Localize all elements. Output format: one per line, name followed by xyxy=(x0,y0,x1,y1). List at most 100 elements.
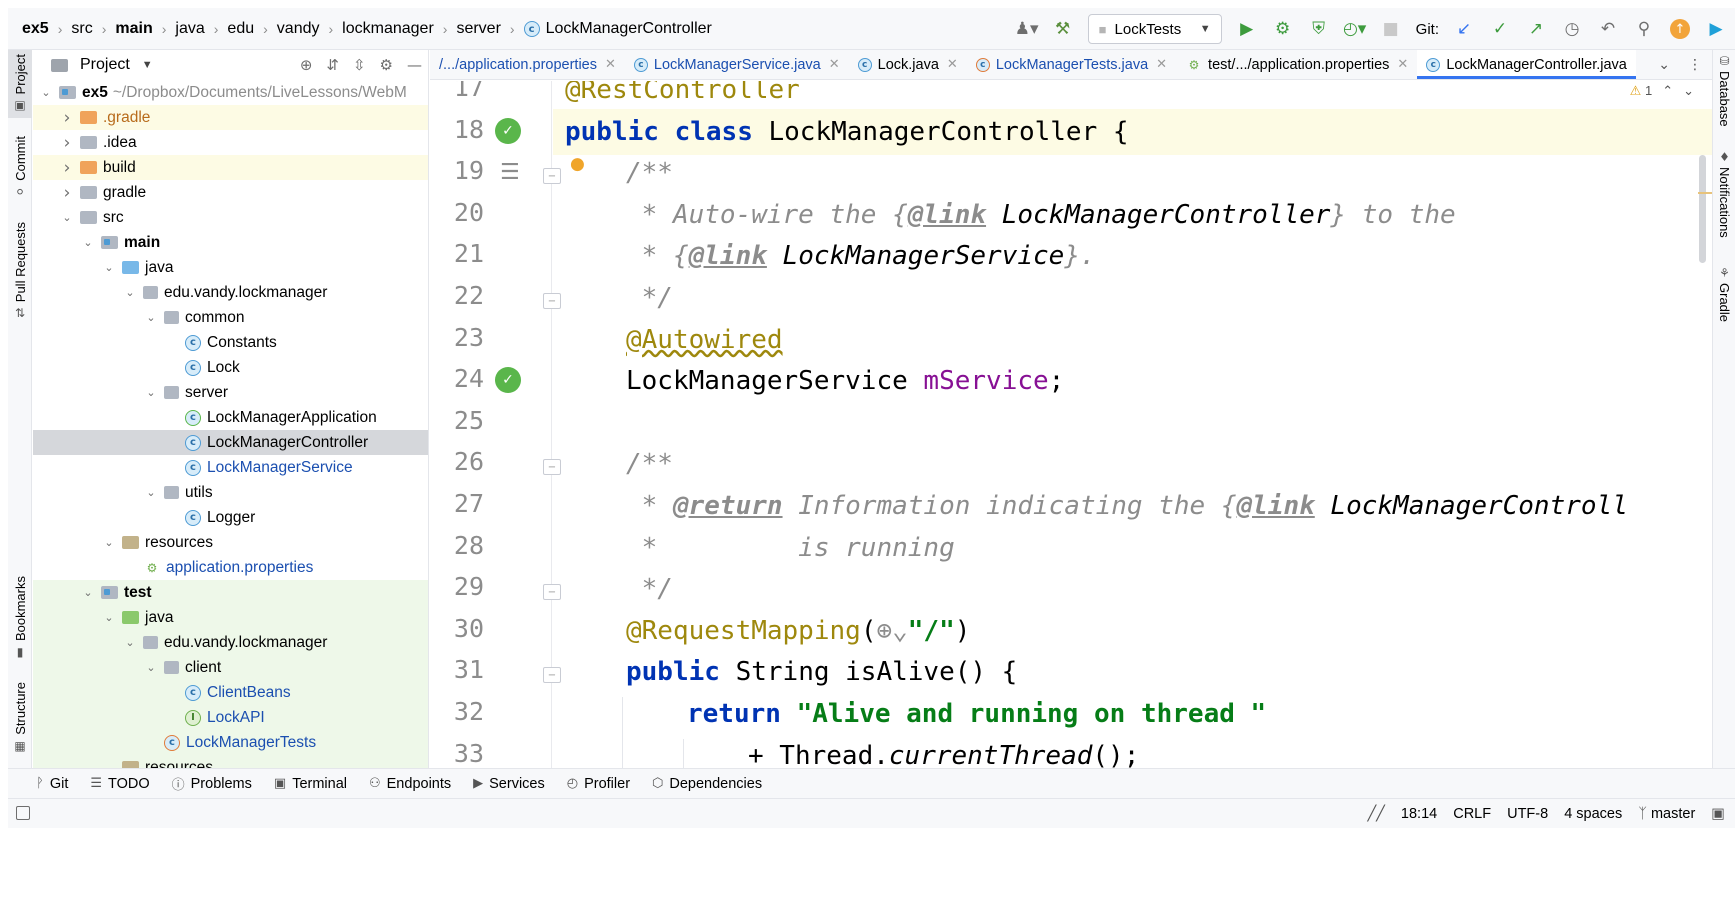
chevron-down-icon[interactable]: ⌄ xyxy=(102,761,116,768)
run-configuration-select[interactable]: ■ LockTests ▼ xyxy=(1087,14,1222,44)
gear-icon[interactable]: ⚙ xyxy=(380,56,393,74)
tree-node[interactable]: c LockManagerService xyxy=(33,455,428,480)
tool-tab-pull-requests[interactable]: Pull Requests ⇅ xyxy=(8,222,32,320)
git-update-icon[interactable]: ↙ xyxy=(1453,18,1475,40)
chevron-down-icon[interactable]: ⌄ xyxy=(102,536,116,549)
chevron-down-icon[interactable]: ⌄ xyxy=(81,586,95,599)
add-user-icon[interactable]: ♟▾ xyxy=(1015,18,1039,40)
hide-icon[interactable]: — xyxy=(407,56,422,74)
tool-tab-commit[interactable]: Commit ⚪ xyxy=(8,136,32,199)
bottom-tab-git[interactable]: ᚹ Git xyxy=(36,776,68,792)
chevron-down-icon[interactable]: ⌄ xyxy=(123,286,137,299)
code-line[interactable]: public class LockManagerController { xyxy=(553,108,1712,155)
chevron-up-icon[interactable]: ⌃ xyxy=(1662,83,1673,99)
breadcrumb-item[interactable]: main xyxy=(115,20,152,38)
close-icon[interactable]: ✕ xyxy=(1397,57,1408,72)
tree-node[interactable]: ⌄ test xyxy=(33,580,428,605)
spring-bean-icon[interactable]: ✓ xyxy=(495,117,521,144)
more-icon[interactable]: ⋮ xyxy=(1688,57,1702,73)
chevron-down-icon[interactable]: ⌄ xyxy=(144,386,158,399)
chevron-down-icon[interactable]: ⌄ xyxy=(39,86,53,99)
update-icon[interactable]: ↑ xyxy=(1669,18,1691,40)
caret-position[interactable]: 18:14 xyxy=(1401,806,1437,822)
chevron-right-icon[interactable]: › xyxy=(60,133,74,153)
search-icon[interactable]: ⚲ xyxy=(1633,18,1655,40)
run-icon[interactable]: ▶ xyxy=(1236,18,1258,40)
code-line[interactable]: return "Alive and running on thread " xyxy=(553,691,1712,737)
chevron-down-icon[interactable]: ⌄ xyxy=(102,611,116,624)
tree-node[interactable]: › gradle xyxy=(33,180,428,205)
bottom-tab-services[interactable]: ▶ Services xyxy=(473,776,545,792)
editor-scrollbar[interactable] xyxy=(1699,155,1706,263)
tree-node[interactable]: ⌄ edu.vandy.lockmanager xyxy=(33,280,428,305)
tree-node[interactable]: c LockManagerApplication xyxy=(33,405,428,430)
code-line[interactable]: */ xyxy=(553,275,1712,321)
tool-tab-gradle[interactable]: ⚘ Gradle xyxy=(1713,266,1735,322)
close-icon[interactable]: ✕ xyxy=(947,57,958,72)
tree-node[interactable]: ⌄ server xyxy=(33,380,428,405)
tool-tab-project[interactable]: Project ▣ xyxy=(8,50,32,119)
collapse-all-icon[interactable]: ⇳ xyxy=(353,56,366,74)
inspection-widget[interactable]: ⚠ 1 ⌃ ⌄ xyxy=(1630,83,1694,99)
editor-tab[interactable]: /.../application.properties ✕ xyxy=(430,50,625,79)
render-doc-icon[interactable]: ☰ xyxy=(500,160,520,185)
chevron-down-icon[interactable]: ⌄ xyxy=(144,486,158,499)
chevron-down-icon[interactable]: ⌄ xyxy=(144,661,158,674)
code-line[interactable]: + Thread.currentThread(); xyxy=(553,733,1712,768)
expand-all-icon[interactable]: ⇵ xyxy=(326,56,339,74)
chevron-down-icon[interactable]: ⌄ xyxy=(144,311,158,324)
line-separator[interactable]: CRLF xyxy=(1453,806,1491,822)
tree-node[interactable]: ⌄ resources xyxy=(33,755,428,768)
tree-node[interactable]: ⌄ ex5 ~/Dropbox/Documents/LiveLessons/WebM xyxy=(33,80,428,105)
tree-node[interactable]: c Logger xyxy=(33,505,428,530)
tool-tab-structure[interactable]: Structure ▦ xyxy=(8,682,32,753)
tree-node[interactable]: ⌄ utils xyxy=(33,480,428,505)
bottom-tab-problems[interactable]: ⓘ Problems xyxy=(172,774,252,794)
chevron-right-icon[interactable]: › xyxy=(60,158,74,178)
debug-icon[interactable]: ⚙ xyxy=(1272,18,1294,40)
tree-node[interactable]: › build xyxy=(33,155,428,180)
git-branch-widget[interactable]: ᛉ master xyxy=(1638,806,1695,822)
bottom-tab-endpoints[interactable]: ⚇ Endpoints xyxy=(369,776,451,792)
code-line[interactable]: * Auto-wire the {@link LockManagerContro… xyxy=(553,192,1712,238)
stop-icon[interactable]: ■ xyxy=(1380,18,1402,40)
indent-setting[interactable]: 4 spaces xyxy=(1564,806,1622,822)
code-line[interactable]: * @return Information indicating the {@l… xyxy=(553,483,1712,529)
code-line[interactable]: public String isAlive() { xyxy=(553,649,1712,695)
tree-node[interactable]: c Lock xyxy=(33,355,428,380)
chevron-down-icon[interactable]: ⌄ xyxy=(81,236,95,249)
code-line[interactable]: */ xyxy=(553,566,1712,612)
git-push-icon[interactable]: ↗ xyxy=(1525,18,1547,40)
hammer-icon[interactable]: ⚒ xyxy=(1052,18,1074,40)
chevron-right-icon[interactable]: › xyxy=(60,183,74,203)
close-icon[interactable]: ✕ xyxy=(1156,57,1167,72)
plugin-icon[interactable]: ▶ xyxy=(1705,18,1727,40)
breadcrumb-item[interactable]: lockmanager xyxy=(342,20,434,38)
chevron-down-icon[interactable]: ⌄ xyxy=(1683,83,1694,99)
chevron-down-icon[interactable]: ⌄ xyxy=(1658,57,1670,73)
bottom-tab-profiler[interactable]: ◴ Profiler xyxy=(567,776,630,792)
code-line[interactable]: * {@link LockManagerService}. xyxy=(553,233,1712,279)
tool-tab-bookmarks[interactable]: Bookmarks ▮ xyxy=(8,576,32,659)
chevron-down-icon[interactable]: ⌄ xyxy=(102,261,116,274)
tool-tab-database[interactable]: ⛁ Database xyxy=(1713,54,1735,127)
project-panel-title[interactable]: Project xyxy=(80,56,130,74)
tree-node[interactable]: ⌄ java xyxy=(33,255,428,280)
editor-tab[interactable]: c LockManagerService.java ✕ xyxy=(625,50,849,79)
vcs-annotate-icon[interactable]: ╱╱ xyxy=(1367,806,1384,822)
code-editor[interactable]: 17 18 19 20 21 22 23 24 25 26 27 28 29 30 31 32 33 ✓ ✓ ☰ − − −… xyxy=(430,81,1712,768)
code-line[interactable]: @RequestMapping(⊕⌄"/") xyxy=(553,608,1712,654)
tree-node[interactable]: c LockManagerTests xyxy=(33,730,428,755)
tree-node[interactable]: c LockManagerController xyxy=(33,430,428,455)
bottom-tab-todo[interactable]: ☰ TODO xyxy=(90,776,149,792)
tree-node[interactable]: I LockAPI xyxy=(33,705,428,730)
breadcrumb-item[interactable]: ex5 xyxy=(22,20,49,38)
tree-node[interactable]: ⚙ application.properties xyxy=(33,555,428,580)
chevron-right-icon[interactable]: › xyxy=(60,108,74,128)
code-line[interactable]: * is running xyxy=(553,525,1712,571)
chevron-down-icon[interactable]: ▼ xyxy=(142,59,153,71)
tree-node[interactable]: › .gradle xyxy=(33,105,428,130)
tree-node[interactable]: › .idea xyxy=(33,130,428,155)
breadcrumb-item[interactable]: c LockManagerController xyxy=(523,20,712,38)
coverage-icon[interactable]: ⛨ xyxy=(1308,18,1330,40)
